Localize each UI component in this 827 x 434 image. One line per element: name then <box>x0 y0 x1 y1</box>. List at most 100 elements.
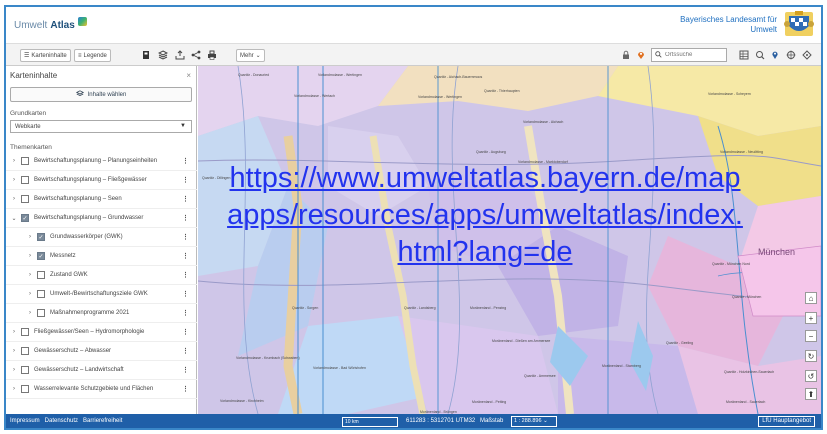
scale-select[interactable]: 1 : 288.896 ⌄ <box>511 416 557 427</box>
place-search-box[interactable] <box>651 48 727 62</box>
map-label: Moränenland - Peiting <box>472 400 507 404</box>
layer-checkbox[interactable] <box>37 309 45 317</box>
map-label: Moränenland - Dießen am Ammersee <box>492 339 551 343</box>
agency-line-1: Bayerisches Landesamt für <box>680 15 777 24</box>
more-dropdown[interactable]: Mehr ⌄ <box>236 49 265 62</box>
layer-label: Bewirtschaftungsplanung – Fließgewässer <box>34 177 147 183</box>
redo-icon[interactable]: ↻ <box>805 350 817 362</box>
accessibility-link[interactable]: Barrierefreiheit <box>83 418 122 424</box>
layer-checkbox[interactable]: ✓ <box>37 252 45 260</box>
more-options-icon[interactable]: ⋮ <box>182 328 189 336</box>
tab-map-contents[interactable]: ☰ Karteninhalte <box>20 49 71 62</box>
layer-row[interactable]: › ✓ Grundwasserkörper (GWK) ⋮ <box>6 228 197 247</box>
more-options-icon[interactable]: ⋮ <box>182 366 189 374</box>
layer-checkbox[interactable] <box>21 328 29 336</box>
url-line[interactable]: html?lang=de <box>174 234 796 271</box>
layer-row[interactable]: › Bewirtschaftungsplanung – Fließgewässer… <box>6 171 197 190</box>
layer-checkbox[interactable] <box>21 385 29 393</box>
target-icon[interactable] <box>801 49 813 61</box>
more-options-icon[interactable]: ⋮ <box>182 385 189 393</box>
place-search-input[interactable] <box>665 52 725 58</box>
layer-row[interactable]: › Bewirtschaftungsplanung – Seen ⋮ <box>6 190 197 209</box>
impressum-link[interactable]: Impressum <box>10 418 40 424</box>
map-label: Vorlandmolasse - Bad Wörishofen <box>313 366 366 370</box>
layer-label: Gewässerschutz – Landwirtschaft <box>34 367 124 373</box>
layer-checkbox[interactable] <box>21 347 29 355</box>
more-options-icon[interactable]: ⋮ <box>182 271 189 279</box>
zoom-area-icon[interactable] <box>754 49 766 61</box>
url-overlay[interactable]: https://www.umweltatlas.bayern.de/map ap… <box>174 160 796 271</box>
share-out-icon[interactable] <box>174 49 186 61</box>
print-icon[interactable] <box>206 49 218 61</box>
layer-tree: › Bewirtschaftungsplanung – Planungseinhe… <box>6 152 197 399</box>
layer-checkbox[interactable] <box>37 271 45 279</box>
layer-row[interactable]: › Fließgewässer/Seen – Hydromorphologie ⋮ <box>6 323 197 342</box>
north-arrow-icon[interactable]: ⬆ <box>805 388 817 400</box>
map-label: Quartär - Holzkirchen-Sauerlach <box>724 370 775 374</box>
layer-checkbox[interactable]: ✓ <box>21 214 29 222</box>
layer-checkbox[interactable]: ✓ <box>37 233 45 241</box>
chevron-right-icon[interactable]: › <box>10 177 18 183</box>
map-contents-panel: Karteninhalte × Inhalte wählen Grundkart… <box>6 66 197 414</box>
chevron-right-icon[interactable]: › <box>26 310 34 316</box>
app-logo[interactable]: Umwelt Atlas <box>14 16 87 33</box>
bookmark-icon[interactable] <box>140 49 152 61</box>
layer-label: Bewirtschaftungsplanung – Grundwasser <box>34 215 144 221</box>
chevron-right-icon[interactable]: › <box>26 234 34 240</box>
marker-icon[interactable] <box>635 49 647 61</box>
select-content-button[interactable]: Inhalte wählen <box>10 87 192 102</box>
zoom-out-button[interactable]: − <box>805 330 817 342</box>
close-icon[interactable]: × <box>186 71 191 80</box>
layer-checkbox[interactable] <box>21 176 29 184</box>
grid-icon[interactable] <box>738 49 750 61</box>
home-icon[interactable]: ⌂ <box>805 292 817 304</box>
agency-name: Bayerisches Landesamt für Umwelt <box>680 15 777 35</box>
chevron-right-icon[interactable]: › <box>10 386 18 392</box>
map-label: Quartär - Geeling <box>666 341 694 345</box>
logo-mark-icon <box>77 16 87 26</box>
basemap-select[interactable]: Webkarte ▼ <box>10 120 192 133</box>
layer-row[interactable]: › Gewässerschutz – Abwasser ⋮ <box>6 342 197 361</box>
layer-row[interactable]: › Wasserrelevante Schutzgebiete und Fläch… <box>6 380 197 399</box>
layer-checkbox[interactable] <box>21 195 29 203</box>
chevron-right-icon[interactable]: › <box>10 348 18 354</box>
layer-row[interactable]: › Zustand GWK ⋮ <box>6 266 197 285</box>
undo-icon[interactable]: ↺ <box>805 370 817 382</box>
more-options-icon[interactable]: ⋮ <box>182 309 189 317</box>
layer-checkbox[interactable] <box>21 157 29 165</box>
layer-checkbox[interactable] <box>37 290 45 298</box>
chevron-right-icon[interactable]: › <box>26 253 34 259</box>
layer-row[interactable]: ⌄ ✓ Bewirtschaftungsplanung – Grundwasser ⋮ <box>6 209 197 228</box>
layer-row[interactable]: › Maßnahmenprogramme 2021 ⋮ <box>6 304 197 323</box>
zoom-in-button[interactable]: + <box>805 312 817 324</box>
pin-icon[interactable] <box>769 49 781 61</box>
stack-icon[interactable] <box>157 49 169 61</box>
url-line[interactable]: https://www.umweltatlas.bayern.de/map <box>174 160 796 197</box>
layer-row[interactable]: › Umwelt-/Bewirtschaftungsziele GWK ⋮ <box>6 285 197 304</box>
lfu-main-offer-button[interactable]: LfU Hauptangebot <box>758 416 815 427</box>
layer-row[interactable]: › Gewässerschutz – Landwirtschaft ⋮ <box>6 361 197 380</box>
privacy-link[interactable]: Datenschutz <box>45 418 78 424</box>
layer-label: Maßnahmenprogramme 2021 <box>50 310 130 316</box>
url-line[interactable]: apps/resources/apps/umweltatlas/index. <box>174 197 796 234</box>
tab-legend-label: Legende <box>83 52 107 59</box>
chevron-right-icon[interactable]: › <box>10 158 18 164</box>
tab-legend[interactable]: ≡ Legende <box>74 49 111 62</box>
chevron-right-icon[interactable]: › <box>26 272 34 278</box>
chevron-right-icon[interactable]: › <box>10 329 18 335</box>
layer-checkbox[interactable] <box>21 366 29 374</box>
more-options-icon[interactable]: ⋮ <box>182 347 189 355</box>
crosshair-icon[interactable] <box>785 49 797 61</box>
chevron-right-icon[interactable]: › <box>26 291 34 297</box>
share-icon[interactable] <box>190 49 202 61</box>
map-label: Quartär - Landsberg <box>404 306 436 310</box>
chevron-down-icon[interactable]: ⌄ <box>10 215 18 222</box>
layer-row[interactable]: › ✓ Messnetz ⋮ <box>6 247 197 266</box>
chevron-right-icon[interactable]: › <box>10 367 18 373</box>
lock-icon[interactable] <box>620 49 632 61</box>
layer-row[interactable]: › Bewirtschaftungsplanung – Planungseinhe… <box>6 152 197 171</box>
more-options-icon[interactable]: ⋮ <box>182 290 189 298</box>
scale-label: Maßstab <box>480 418 504 424</box>
map-label: Moränenland - Starnberg <box>602 364 641 368</box>
chevron-right-icon[interactable]: › <box>10 196 18 202</box>
